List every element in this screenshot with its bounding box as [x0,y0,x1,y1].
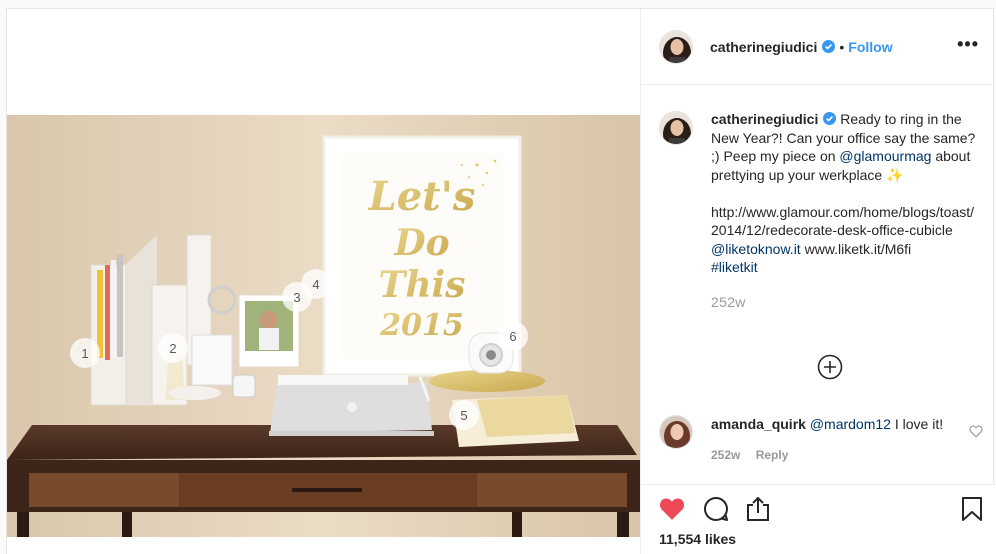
likes-count[interactable]: 11,554 likes [659,531,736,547]
caption: catherinegiudici Ready to ring in the Ne… [641,86,996,311]
verified-badge-icon [822,40,836,53]
post-media[interactable]: Let's Do This 2015 1 2 3 4 5 6 [7,9,640,554]
print-text-line-3: This [379,264,466,306]
caption-text-3: www.liketk.it/M6fi [800,240,912,257]
photo-tag-1-label: 1 [81,346,88,361]
comment-avatar[interactable] [659,415,693,449]
print-text-line-2: Do [393,222,449,264]
comment-timestamp[interactable]: 252w [711,448,740,462]
more-options-icon[interactable]: ••• [957,35,979,53]
action-icons [641,485,996,525]
photo-tag-5[interactable]: 5 [449,400,479,430]
print-text-line-1: Let's [368,173,476,220]
mention-glamourmag-link[interactable]: @glamourmag [839,148,931,164]
avatar[interactable] [659,29,693,64]
comment-body: I love it! [890,416,944,432]
post-header: catherinegiudici • Follow ••• [641,9,995,85]
comment-like-heart-icon[interactable] [969,425,983,438]
photo-tag-1[interactable]: 1 [70,338,100,368]
bookmark-icon[interactable] [959,496,985,522]
comment-icon[interactable] [703,496,729,522]
print-text-line-4: 2015 [379,308,464,343]
caption-text: catherinegiudici Ready to ring in the Ne… [711,110,981,311]
sparkle-emoji: ✨ [886,166,904,183]
post-actions: 11,554 likes [641,484,996,554]
caption-avatar[interactable] [659,111,693,145]
photo-tag-6-label: 6 [509,329,516,344]
post-side-panel: catherinegiudici • Follow ••• catherineg… [640,9,996,554]
post-photo[interactable]: Let's Do This 2015 1 2 3 4 5 6 [7,115,640,537]
photo-tag-3-label: 3 [293,290,300,305]
like-heart-icon[interactable] [659,496,685,522]
photo-tag-5-label: 5 [460,408,467,423]
photo-tag-6[interactable]: 6 [498,321,528,351]
hashtag-link[interactable]: #liketkit [711,259,758,275]
comment-reply-button[interactable]: Reply [756,448,789,462]
photo-tag-4-label: 4 [312,277,319,292]
comments-section[interactable]: catherinegiudici Ready to ring in the Ne… [641,86,996,482]
photo-tag-2[interactable]: 2 [158,333,188,363]
separator-dot: • [839,38,845,55]
comment-text: amanda_quirk @mardom12 I love it! 252w R… [711,415,951,464]
comment-meta: 252w Reply [711,446,951,465]
caption-verified-badge-icon [823,111,837,125]
photo-tag-4[interactable]: 4 [301,269,331,299]
instagram-post: Let's Do This 2015 1 2 3 4 5 6 catherine… [6,8,996,554]
comment-username[interactable]: amanda_quirk [711,416,806,432]
share-icon[interactable] [745,496,771,522]
caption-username[interactable]: catherinegiudici [711,111,818,127]
photo-tag-2-label: 2 [169,341,176,356]
load-more-comments-button[interactable] [817,354,843,380]
header-username[interactable]: catherinegiudici [710,39,817,55]
follow-button[interactable]: Follow [848,39,892,55]
plus-circle-icon [817,354,843,380]
caption-timestamp[interactable]: 252w [711,293,981,312]
caption-url: http://www.glamour.com/home/blogs/toast/… [711,203,975,239]
comment-mention-link[interactable]: @mardom12 [810,416,891,432]
comment-item: amanda_quirk @mardom12 I love it! 252w R… [659,415,989,464]
mention-liketoknow-link[interactable]: @liketoknow.it [711,241,801,257]
